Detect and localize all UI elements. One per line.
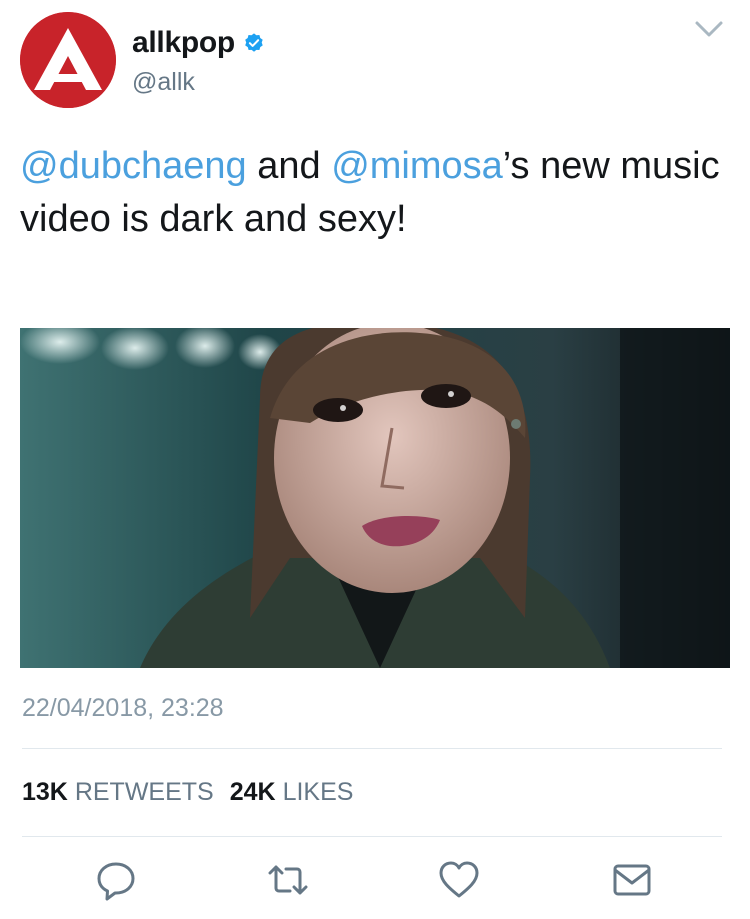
display-name: allkpop <box>132 26 235 59</box>
divider <box>22 748 722 749</box>
mail-icon[interactable] <box>610 858 654 902</box>
tweet-action-bar <box>0 858 750 902</box>
likes-count: 24K <box>229 778 276 806</box>
verified-badge-icon <box>245 33 263 52</box>
retweets-label: RETWEETS <box>74 778 214 806</box>
retweets-count: 13K <box>22 778 68 806</box>
allkpop-logo-icon <box>20 12 116 108</box>
tweet-text-part: and <box>246 145 332 187</box>
tweet-stats: 13K RETWEETS 24K LIKES <box>22 778 353 807</box>
heart-icon[interactable] <box>437 858 481 902</box>
tweet-text: @dubchaeng and @mimosa’s new music video… <box>20 140 720 246</box>
likes-label: LIKES <box>282 778 354 806</box>
likes-stat[interactable]: 24K LIKES <box>230 778 354 807</box>
music-video-still-image <box>20 328 730 668</box>
retweets-stat[interactable]: 13K RETWEETS <box>22 778 214 807</box>
mention-link[interactable]: @dubchaeng <box>20 145 247 187</box>
retweet-icon[interactable] <box>266 858 310 902</box>
avatar[interactable] <box>20 12 116 108</box>
mention-link[interactable]: @mimosa <box>331 145 503 187</box>
tweet-media-image[interactable] <box>20 328 730 668</box>
display-name-row[interactable]: allkpop <box>132 26 265 60</box>
reply-icon[interactable] <box>94 858 138 902</box>
tweet-timestamp: 22/04/2018, 23:28 <box>22 694 224 722</box>
chevron-down-icon[interactable] <box>694 18 724 40</box>
user-handle[interactable]: @allk <box>132 68 195 97</box>
divider <box>22 836 722 837</box>
